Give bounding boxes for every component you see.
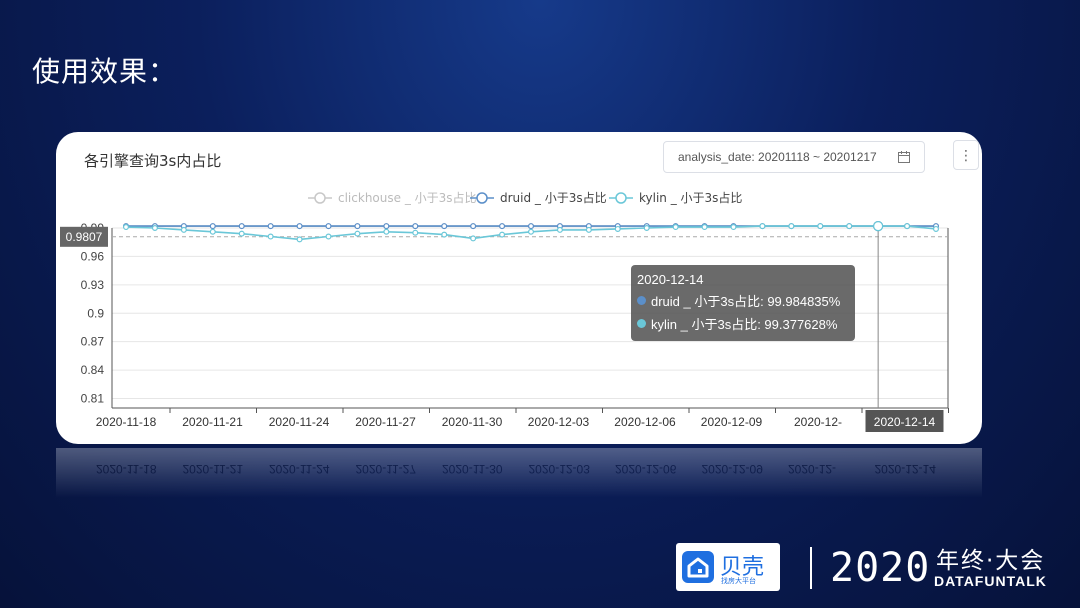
slide-title: 使用效果： xyxy=(32,55,178,88)
y-tick-label: 0.96 xyxy=(81,249,105,263)
y-tick-label: 0.93 xyxy=(81,278,105,292)
data-point xyxy=(556,226,563,233)
kylin-dot-icon xyxy=(637,319,646,328)
data-point xyxy=(614,225,621,232)
more-vertical-icon: ⋮ xyxy=(959,146,973,163)
data-point xyxy=(267,233,274,240)
y-tick-label: 0.87 xyxy=(81,335,105,349)
legend-symbol xyxy=(476,192,488,204)
footer-divider xyxy=(810,547,812,589)
legend-symbol xyxy=(615,192,627,204)
reflection-label: 2020-11-27 xyxy=(355,462,417,476)
data-point xyxy=(151,224,158,231)
footer-year: 2020 xyxy=(830,545,931,591)
data-point xyxy=(122,224,129,231)
x-tick-label: 2020-11-24 xyxy=(269,415,330,429)
data-point xyxy=(759,223,766,230)
x-tick-label: 2020-12- xyxy=(794,415,842,429)
data-point xyxy=(730,224,737,231)
y-tick-label: 0.9 xyxy=(87,306,104,320)
reflection-label: 2020-11-18 xyxy=(96,462,157,476)
legend-label: kylin _ 小于3s占比 xyxy=(639,190,742,205)
data-point xyxy=(817,223,824,230)
beike-logo: 贝壳 找房大平台 xyxy=(676,543,780,591)
data-point xyxy=(238,223,245,230)
data-point xyxy=(528,223,535,230)
data-point xyxy=(325,233,332,240)
data-point xyxy=(470,235,477,242)
data-point xyxy=(238,230,245,237)
tooltip-row-kylin: kylin _ 小于3s占比: 99.377628% xyxy=(637,314,849,333)
chart-tooltip: 2020-12-14 druid _ 小于3s占比: 99.984835% ky… xyxy=(631,265,855,341)
reflection-label: 2020-12- xyxy=(788,462,837,476)
reflection-label: 2020-11-30 xyxy=(442,462,503,476)
chart-title: 各引擎查询3s内占比 xyxy=(84,152,222,170)
tooltip-row-druid: druid _ 小于3s占比: 99.984835% xyxy=(637,291,849,310)
legend-label: clickhouse _ 小于3s占比 xyxy=(338,190,477,205)
card-reflection: 2020-11-18 2020-11-21 2020-11-24 2020-11-27… xyxy=(56,448,982,498)
data-point xyxy=(354,230,361,237)
data-point xyxy=(701,224,708,231)
house-logo-icon xyxy=(682,551,714,583)
legend-symbol xyxy=(314,192,326,204)
data-point xyxy=(499,223,506,230)
data-point xyxy=(470,223,477,230)
data-point xyxy=(672,224,679,231)
data-point xyxy=(296,236,303,243)
x-tick-label: 2020-11-27 xyxy=(355,415,416,429)
x-tick-label: 2020-12-03 xyxy=(528,415,590,429)
footer-event: 年终·大会 xyxy=(936,548,1046,574)
y-tick-label: 0.84 xyxy=(81,363,105,377)
data-point xyxy=(873,221,884,232)
data-point xyxy=(441,231,448,238)
data-point xyxy=(441,223,448,230)
reflection-label: 2020-12-09 xyxy=(701,462,763,476)
date-range-value: analysis_date: 20201118 ~ 20201217 xyxy=(678,150,877,164)
reflection-label: 2020-12-03 xyxy=(528,462,590,476)
legend-label: druid _ 小于3s占比 xyxy=(500,190,607,205)
data-point xyxy=(267,223,274,230)
x-tick-label: 2020-12-09 xyxy=(701,415,763,429)
data-point xyxy=(383,223,390,230)
logo-subtext: 找房大平台 xyxy=(721,577,756,585)
data-point xyxy=(528,228,535,235)
chart-card: 0.810.840.870.90.930.960.992020-11-18202… xyxy=(56,132,982,444)
tooltip-date: 2020-12-14 xyxy=(637,272,704,287)
reflection-label: 2020-12-14 xyxy=(874,462,936,476)
reflection-label: 2020-12-06 xyxy=(615,462,677,476)
reflection-content: 2020-11-18 2020-11-21 2020-11-24 2020-11-27… xyxy=(56,448,982,498)
date-range-picker[interactable]: analysis_date: 20201118 ~ 20201217 xyxy=(663,141,925,173)
data-point xyxy=(296,223,303,230)
data-point xyxy=(585,226,592,233)
x-tick-label: 2020-12-06 xyxy=(614,415,676,429)
footer-brand: DATAFUNTALK xyxy=(934,573,1047,589)
hover-x-label: 2020-12-14 xyxy=(874,415,936,429)
data-point xyxy=(325,223,332,230)
x-tick-label: 2020-11-18 xyxy=(96,415,157,429)
druid-dot-icon xyxy=(637,296,646,305)
data-point xyxy=(904,223,911,230)
data-point xyxy=(788,223,795,230)
y-tick-label: 0.81 xyxy=(81,392,105,406)
data-point xyxy=(412,229,419,236)
data-point xyxy=(354,223,361,230)
data-point xyxy=(499,231,506,238)
tooltip-kylin-value: kylin _ 小于3s占比: 99.377628% xyxy=(651,317,838,332)
x-tick-label: 2020-11-30 xyxy=(442,415,503,429)
data-point xyxy=(180,226,187,233)
axis-pointer-label: 0.9807 xyxy=(66,230,103,244)
reflection-label: 2020-11-21 xyxy=(182,462,244,476)
data-point xyxy=(209,223,216,230)
tooltip-druid-value: druid _ 小于3s占比: 99.984835% xyxy=(651,294,841,309)
data-point xyxy=(846,223,853,230)
data-point xyxy=(383,228,390,235)
calendar-icon[interactable] xyxy=(898,151,910,163)
data-point xyxy=(643,224,650,231)
x-tick-label: 2020-11-21 xyxy=(182,415,243,429)
data-point xyxy=(209,228,216,235)
more-options-button[interactable]: ⋮ xyxy=(953,140,979,170)
reflection-label: 2020-11-24 xyxy=(269,462,330,476)
data-point xyxy=(412,223,419,230)
data-point xyxy=(932,225,939,232)
